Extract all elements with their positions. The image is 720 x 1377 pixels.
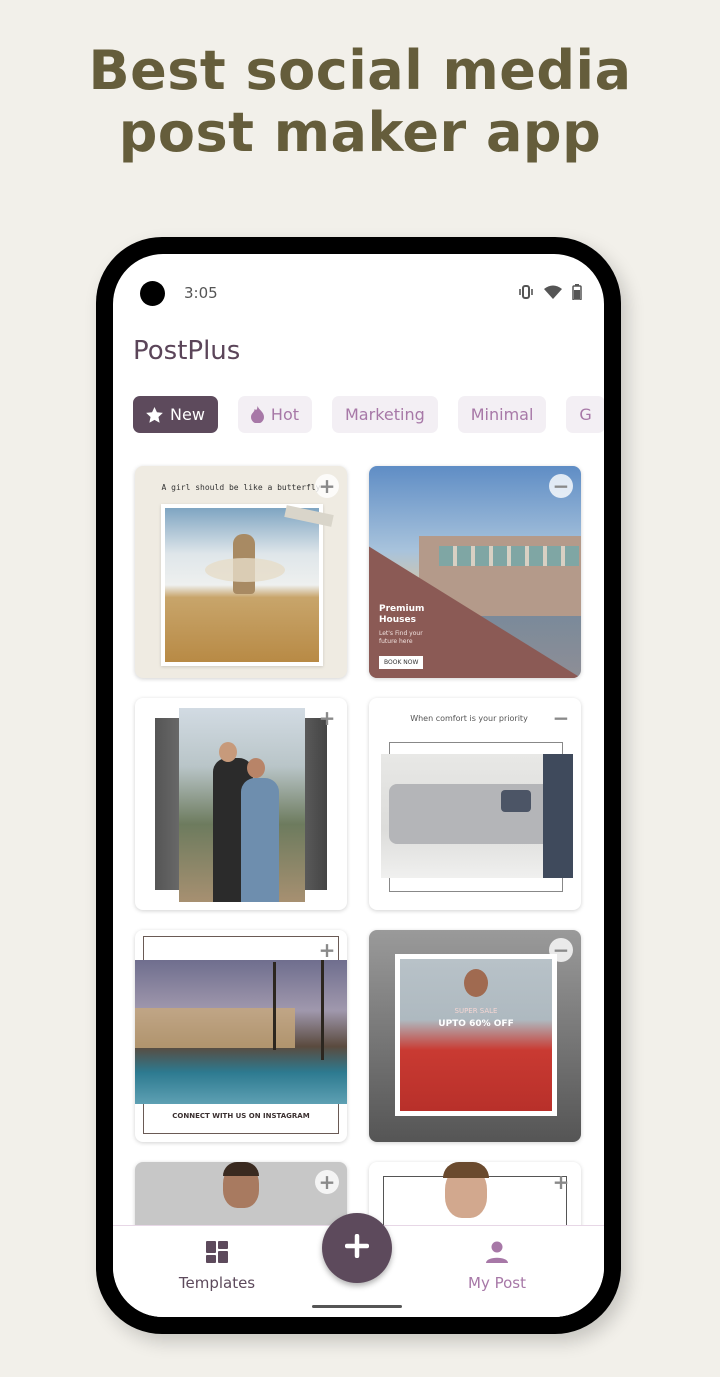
wifi-icon: [544, 285, 562, 299]
template-photo: [179, 708, 305, 902]
template-card[interactable]: SUPER SALE UPTO 60% OFF −: [369, 930, 581, 1142]
template-photo: [135, 960, 347, 1104]
add-template-button[interactable]: +: [315, 474, 339, 498]
template-photo: [161, 504, 323, 666]
add-template-button[interactable]: +: [315, 938, 339, 962]
bottom-navigation: Templates My Post: [113, 1213, 604, 1317]
status-icons: [518, 284, 582, 300]
remove-template-button[interactable]: −: [549, 938, 573, 962]
headline-line-2: post maker app: [118, 101, 602, 164]
headline-line-1: Best social media: [88, 39, 632, 102]
template-caption: CONNECT WITH US ON INSTAGRAM: [172, 1112, 310, 1120]
battery-icon: [572, 284, 582, 300]
hair-shape: [443, 1162, 489, 1178]
person-icon: [485, 1241, 509, 1268]
category-chips: New Hot Marketing Minimal G: [133, 396, 604, 433]
create-post-fab[interactable]: [322, 1213, 392, 1283]
template-card[interactable]: Premium Houses Let's Find your future he…: [369, 466, 581, 678]
template-card[interactable]: When comfort is your priority −: [369, 698, 581, 910]
chip-marketing[interactable]: Marketing: [332, 396, 438, 433]
home-indicator[interactable]: [312, 1305, 402, 1308]
phone-frame: 3:05 PostPlus New Hot Marketing Minimal …: [96, 237, 621, 1334]
sale-discount: UPTO 60% OFF: [438, 1019, 514, 1029]
headline: Best social media post maker app: [0, 40, 720, 164]
dashboard-icon: [205, 1241, 229, 1268]
building-windows: [439, 546, 579, 566]
add-template-button[interactable]: +: [315, 1170, 339, 1194]
template-card[interactable]: A girl should be like a butterfly +: [135, 466, 347, 678]
template-card[interactable]: +: [135, 698, 347, 910]
template-cta: BOOK NOW: [379, 656, 424, 669]
phone-screen: 3:05 PostPlus New Hot Marketing Minimal …: [113, 254, 604, 1317]
plus-icon: [344, 1233, 370, 1262]
nav-my-post[interactable]: My Post: [437, 1240, 557, 1292]
add-template-button[interactable]: +: [549, 1170, 573, 1194]
template-subtext: Let's Find your future here: [379, 630, 423, 645]
template-caption: When comfort is your priority: [410, 714, 528, 723]
add-template-button[interactable]: +: [315, 706, 339, 730]
status-time: 3:05: [184, 284, 218, 302]
camera-cutout: [140, 281, 165, 306]
vibrate-icon: [518, 285, 534, 299]
app-title: PostPlus: [133, 336, 241, 366]
chip-partial[interactable]: G: [566, 396, 604, 433]
star-icon: [146, 406, 163, 423]
template-photo: [381, 754, 573, 878]
chip-new[interactable]: New: [133, 396, 218, 433]
remove-template-button[interactable]: −: [549, 474, 573, 498]
remove-template-button[interactable]: −: [549, 706, 573, 730]
chip-minimal[interactable]: Minimal: [457, 396, 547, 433]
flame-icon: [250, 406, 264, 423]
nav-templates-label: Templates: [178, 1274, 256, 1292]
nav-my-post-label: My Post: [468, 1274, 526, 1292]
hair-shape: [223, 1162, 259, 1176]
nav-templates[interactable]: Templates: [157, 1240, 277, 1292]
template-photo: SUPER SALE UPTO 60% OFF: [395, 954, 557, 1116]
template-card[interactable]: CONNECT WITH US ON INSTAGRAM +: [135, 930, 347, 1142]
sale-label: SUPER SALE: [454, 1007, 498, 1015]
chip-hot[interactable]: Hot: [237, 396, 312, 433]
template-caption: Premium Houses: [379, 604, 425, 625]
